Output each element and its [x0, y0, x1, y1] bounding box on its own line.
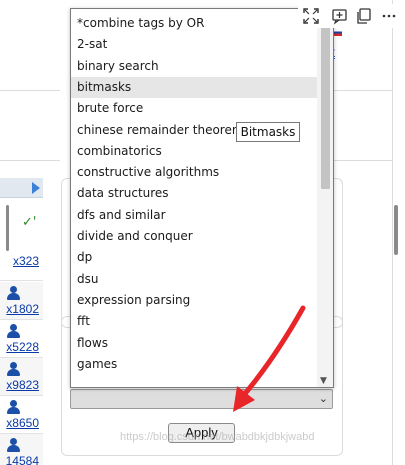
table-row: x1802 — [0, 282, 43, 320]
divider — [334, 90, 392, 91]
expand-arrow-icon[interactable] — [32, 182, 40, 194]
table-row: x8650 — [0, 396, 43, 434]
divider — [0, 160, 60, 161]
dropdown-option[interactable]: dfs and similar — [71, 205, 317, 226]
divider — [392, 0, 393, 465]
table-row: x323 — [0, 243, 43, 281]
copy-icon[interactable] — [355, 7, 373, 25]
dropdown-option[interactable]: dsu — [71, 269, 317, 290]
divider — [0, 90, 60, 91]
add-comment-icon[interactable] — [331, 7, 349, 25]
dropdown-scrollbar-thumb[interactable] — [321, 19, 330, 189]
user-handle-link[interactable]: x5228 — [6, 340, 39, 354]
dropdown-option[interactable]: brute force — [71, 98, 317, 119]
chevron-down-icon: ⌄ — [318, 392, 328, 405]
user-handle-link[interactable]: x9823 — [6, 378, 39, 392]
user-icon — [6, 324, 20, 338]
dropdown-scrollbar[interactable]: ▲ ▼ — [317, 9, 333, 387]
user-handle-link[interactable]: x8650 — [6, 416, 39, 430]
dropdown-option[interactable]: data structures — [71, 183, 317, 204]
user-icon — [6, 400, 20, 414]
dropdown-option[interactable]: dp — [71, 247, 317, 268]
dropdown-option[interactable]: *combine tags by OR — [71, 13, 317, 34]
user-handle-link[interactable]: x1802 — [6, 302, 39, 316]
table-row: x9823 — [0, 358, 43, 396]
red-arrow-annotation — [233, 305, 306, 412]
tooltip: Bitmasks — [236, 122, 300, 142]
check-icon: ✓' — [22, 215, 37, 230]
user-icon — [6, 438, 20, 452]
watermark: https://blog.csdn.net/bwabdbkjdbkjwabd — [120, 431, 315, 443]
page: t ✓' x323 x1802 x5228 x9823 x8650 14584 … — [0, 0, 405, 465]
dropdown-option[interactable]: constructive algorithms — [71, 162, 317, 183]
user-handle-link[interactable]: 14584 — [6, 454, 39, 465]
dropdown-option[interactable]: bitmasks — [71, 76, 317, 98]
user-handle-link[interactable]: x323 — [13, 254, 39, 268]
table-row: 14584 — [0, 434, 43, 465]
page-scrollbar-thumb[interactable] — [394, 205, 398, 255]
dropdown-option[interactable]: divide and conquer — [71, 226, 317, 247]
dropdown-option[interactable]: combinatorics — [71, 141, 317, 162]
user-icon — [6, 286, 20, 300]
dropdown-option[interactable]: 2-sat — [71, 34, 317, 55]
divider — [334, 160, 392, 161]
more-icon[interactable] — [380, 7, 398, 25]
scroll-down-icon[interactable]: ▼ — [320, 376, 327, 386]
image-toolbar — [298, 4, 405, 28]
table-header — [0, 178, 43, 198]
fullscreen-icon[interactable] — [302, 7, 320, 25]
dropdown-option[interactable]: binary search — [71, 56, 317, 77]
table-row: x5228 — [0, 320, 43, 358]
user-icon — [6, 362, 20, 376]
